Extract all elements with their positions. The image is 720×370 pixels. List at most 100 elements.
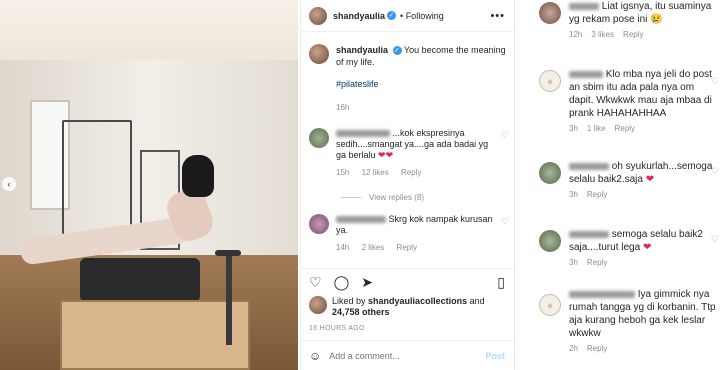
verified-icon: ✓ (387, 11, 397, 20)
blurred-username (569, 290, 635, 298)
post-photo[interactable]: ‹ (0, 0, 298, 370)
reply-button[interactable]: Reply (401, 168, 421, 177)
post-caption: shandyaulia ✓ You become the meaning of … (309, 44, 509, 114)
comment-age: 3h (569, 124, 578, 133)
comment-like-icon[interactable]: ♡ (501, 216, 509, 227)
comment-meta: 2h Reply (569, 344, 719, 353)
comment-like-icon[interactable]: ♡ (501, 130, 509, 141)
comment-icon[interactable]: ◯ (334, 275, 350, 289)
carousel-prev-icon[interactable]: ‹ (2, 177, 16, 191)
comment-text: semoga selalu baik2 saja....turut lega ❤ (569, 228, 719, 254)
comment-age: 3h (569, 190, 578, 199)
comment-like-icon[interactable]: ♡ (711, 76, 719, 87)
heart-outline-icon[interactable]: ♡ (309, 275, 322, 289)
comment: Liat igsnya, itu suaminya yg rekam pose … (539, 0, 719, 39)
comment-text: oh syukurlah...semoga selalu baik2.saja … (569, 160, 719, 186)
emoji-icon[interactable]: ☺ (309, 349, 321, 363)
commenter-avatar[interactable] (539, 2, 561, 24)
comment: ♡ semoga selalu baik2 saja....turut lega… (539, 228, 719, 267)
comment-meta: 14h 2 likes Reply (336, 242, 496, 253)
blurred-username (336, 130, 390, 138)
author-avatar[interactable] (309, 6, 327, 25)
post-detail-panel: shandyaulia ✓ • Following ••• shandyauli… (300, 0, 513, 370)
commenter-avatar[interactable]: ◎ (539, 70, 561, 92)
sad-emoji-icon: 😢 (650, 14, 663, 25)
heart-emoji-icon: ❤ (645, 174, 655, 185)
hashtag-link[interactable]: #pilateslife (336, 78, 509, 90)
action-bar: ♡ ◯ ➤ ▯ (301, 268, 513, 294)
follow-status-label: Following (405, 10, 444, 21)
comment-body: ...kok ekspresinya sedih....smangat ya..… (336, 128, 496, 178)
author-username[interactable]: shandyaulia (333, 11, 385, 21)
comment-likes[interactable]: 1 like (587, 124, 606, 133)
photo-bar-post (226, 255, 232, 345)
blurred-username (569, 70, 603, 78)
comment-body: Skrg kok nampak kurusan ya. 14h 2 likes … (336, 214, 496, 253)
reply-button[interactable]: Reply (587, 258, 607, 267)
view-replies-button[interactable]: View replies (8) (341, 193, 424, 202)
caption-username[interactable]: shandyaulia (336, 45, 388, 55)
comment: ◎ ♡ Klo mba nya jeli do post an sbim itu… (539, 68, 719, 133)
caption-avatar[interactable] (309, 44, 329, 64)
comment-text: Iya gimmick nya rumah tangga yg di korba… (569, 288, 719, 340)
liked-by-label: Liked by (332, 296, 366, 306)
blurred-username (569, 2, 599, 10)
blurred-username (569, 230, 609, 238)
reply-button[interactable]: Reply (615, 124, 635, 133)
comment-like-icon[interactable]: ♡ (711, 166, 719, 177)
comment-likes[interactable]: 12 likes (362, 168, 389, 177)
more-options-icon[interactable]: ••• (490, 10, 505, 22)
comment-age: 15h (336, 168, 350, 177)
send-icon[interactable]: ➤ (361, 275, 373, 289)
post-time-ago[interactable]: 16 HOURS AGO (309, 325, 365, 332)
commenter-avatar[interactable] (309, 128, 329, 148)
comment-age: 3h (569, 258, 578, 267)
reply-button[interactable]: Reply (587, 190, 607, 199)
photo-person-hair (182, 155, 214, 197)
comment-likes[interactable]: 3 likes (591, 30, 614, 39)
post-header: shandyaulia ✓ • Following ••• (301, 0, 513, 32)
comment-likes[interactable]: 2 likes (362, 243, 385, 252)
comment: ...kok ekspresinya sedih....smangat ya..… (309, 128, 509, 178)
comment-meta: 15h 12 likes Reply (336, 167, 496, 178)
instagram-post-screenshot: ‹ shandyaulia ✓ • Following ••• shandyau… (0, 0, 720, 370)
caption-age: 16h (336, 103, 350, 112)
comment: ♡ oh syukurlah...semoga selalu baik2.saj… (539, 160, 719, 199)
comment-text: Liat igsnya, itu suaminya yg rekam pose … (569, 0, 719, 26)
liker-avatar[interactable] (309, 296, 327, 314)
likes-text: Liked by shandyauliacollections and 24,7… (332, 296, 485, 318)
liked-by-others[interactable]: 24,758 others (332, 307, 390, 317)
follow-status[interactable]: • Following (400, 11, 444, 21)
commenter-avatar[interactable] (539, 162, 561, 184)
caption-text-block: shandyaulia ✓ You become the meaning of … (336, 44, 509, 114)
photo-reformer-machine (60, 300, 250, 370)
liked-by-and: and (469, 296, 485, 306)
replies-divider (341, 197, 361, 199)
reply-button[interactable]: Reply (397, 243, 417, 252)
comment: Skrg kok nampak kurusan ya. 14h 2 likes … (309, 214, 509, 253)
bookmark-icon[interactable]: ▯ (497, 275, 505, 289)
comment-age: 2h (569, 344, 578, 353)
post-button[interactable]: Post (485, 351, 505, 361)
comment-meta: 3h 1 like Reply (569, 124, 719, 133)
blurred-username (569, 162, 609, 170)
commenter-avatar[interactable] (539, 230, 561, 252)
comment: ◎ Iya gimmick nya rumah tangga yg di kor… (539, 288, 719, 353)
comments-thread-panel: Liat igsnya, itu suaminya yg rekam pose … (514, 0, 720, 370)
comment-meta: 12h 3 likes Reply (569, 30, 719, 39)
heart-emoji-icon: ❤❤ (378, 150, 394, 160)
commenter-avatar[interactable]: ◎ (539, 294, 561, 316)
comment-like-icon[interactable]: ♡ (711, 234, 719, 245)
reply-button[interactable]: Reply (623, 30, 643, 39)
heart-emoji-icon: ❤ (642, 242, 652, 253)
liked-by-user[interactable]: shandyauliacollections (368, 296, 467, 306)
view-replies-label: View replies (8) (369, 193, 424, 202)
add-comment-input[interactable] (329, 350, 460, 361)
commenter-avatar[interactable] (309, 214, 329, 234)
likes-summary: Liked by shandyauliacollections and 24,7… (309, 296, 509, 318)
photo-reformer-pad (80, 258, 200, 302)
add-comment-bar: ☺ Post (301, 340, 513, 370)
comment-meta: 3h Reply (569, 190, 719, 199)
comment-text: Klo mba nya jeli do post an sbim itu ada… (569, 68, 719, 120)
reply-button[interactable]: Reply (587, 344, 607, 353)
